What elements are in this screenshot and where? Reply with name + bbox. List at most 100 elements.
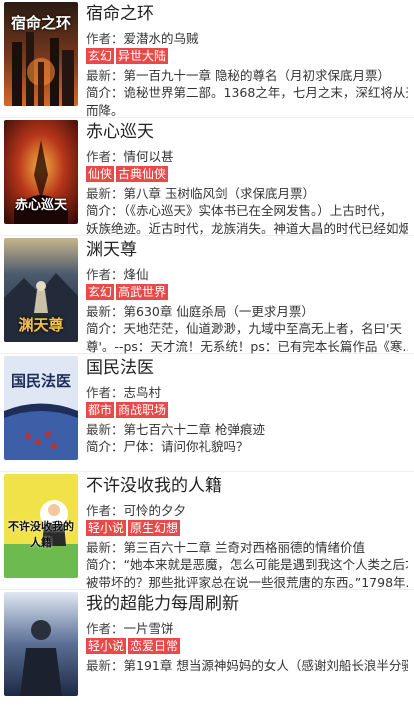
intro-label: 简介：: [86, 439, 124, 454]
latest-label: 最新：: [86, 304, 124, 319]
book-author: 作者：一片雪饼: [86, 620, 408, 637]
intro-label: 简介：: [86, 557, 124, 572]
book-list-item[interactable]: 我的超能力每周刷新 作者：一片雪饼 轻小说 恋爱日常 最新：第191章 想当源神妈…: [0, 590, 414, 710]
book-intro: 简介：“她本来就是恶魔，怎么可能是遇到我这个人类之后才 被带坏的？那些批评家总在…: [86, 556, 408, 592]
intro-label: 简介：: [86, 321, 124, 336]
book-title[interactable]: 不许没收我的人籍: [86, 474, 408, 498]
book-cover[interactable]: 赤心巡天: [4, 120, 78, 224]
category-tag[interactable]: 玄幻: [86, 284, 115, 300]
book-list-item[interactable]: 渊天尊 渊天尊 作者：烽仙 玄幻 高武世界 最新：第630章 仙庭杀局（一更求月票…: [0, 236, 414, 354]
tag-group: 轻小说 恋爱日常: [86, 638, 408, 656]
author-name[interactable]: 志鸟村: [124, 385, 162, 400]
book-cover[interactable]: 国民法医: [4, 356, 78, 460]
author-label: 作者：: [86, 31, 124, 46]
intro-line-2: 被带坏的？那些批评家总在说一些很荒唐的东西。”1798年...: [86, 575, 408, 590]
category-tag[interactable]: 都市: [86, 402, 115, 418]
cover-title-text: 渊天尊: [18, 316, 64, 334]
tag-group: 仙侠 古典仙侠: [86, 166, 408, 184]
latest-label: 最新：: [86, 68, 124, 83]
latest-chapter-text: 第八章 玉树临风剑（求保底月票）: [123, 186, 315, 201]
cover-title-text: 国民法医: [10, 372, 71, 390]
intro-line-2: 妖族绝迹。近古时代，龙族消失。神道大昌的时代已经如烟...: [86, 221, 408, 236]
latest-chapter-text: 第七百六十二章 枪弹痕迹: [123, 422, 265, 437]
author-name[interactable]: 情何以甚: [124, 149, 174, 164]
subcategory-tag[interactable]: 异世大陆: [116, 48, 169, 64]
book-list-item[interactable]: 赤心巡天 赤心巡天 作者：情何以甚 仙侠 古典仙侠 最新：第八章 玉树临风剑（求保…: [0, 118, 414, 236]
subcategory-tag[interactable]: 古典仙侠: [116, 166, 169, 182]
category-tag[interactable]: 轻小说: [86, 638, 127, 654]
tag-group: 轻小说 原生幻想: [86, 520, 408, 538]
intro-line-2: 尊'。--ps：天才流！无系统！ps：已有完本长篇作品《寒...: [86, 339, 408, 354]
category-tag[interactable]: 仙侠: [86, 166, 115, 182]
intro-line-1: “她本来就是恶魔，怎么可能是遇到我这个人类之后才: [123, 557, 408, 572]
latest-chapter-text: 第191章 想当源神妈妈的女人（感谢刘船长浪半分骚: [123, 658, 408, 673]
latest-chapter-text: 第630章 仙庭杀局（一更求月票）: [123, 304, 314, 319]
book-intro: 简介：诡秘世界第二部。1368之年，七月之末，深红将从天 而降。: [86, 84, 408, 120]
intro-line-1: （《赤心巡天》实体书已在全网发售。）上古时代，: [123, 203, 393, 218]
latest-chapter[interactable]: 最新：第191章 想当源神妈妈的女人（感谢刘船长浪半分骚: [86, 657, 408, 674]
category-tag[interactable]: 轻小说: [86, 520, 127, 536]
latest-label: 最新：: [86, 186, 124, 201]
author-name[interactable]: 烽仙: [124, 267, 149, 282]
cover-title-text: 赤心巡天: [14, 198, 67, 213]
book-title[interactable]: 国民法医: [86, 356, 408, 380]
book-info: 国民法医 作者：志鸟村 都市 商战职场 最新：第七百六十二章 枪弹痕迹 简介：尸体…: [86, 354, 408, 456]
intro-line-1: 天地茫茫，仙道渺渺，九域中至高无上者，名曰'天: [123, 321, 402, 336]
book-cover[interactable]: 不许没收我的人籍: [4, 474, 78, 578]
latest-chapter[interactable]: 最新：第三百六十二章 兰奇对西格丽德的情绪价值: [86, 539, 408, 556]
subcategory-tag[interactable]: 商战职场: [116, 402, 169, 418]
book-cover[interactable]: [4, 592, 78, 696]
latest-label: 最新：: [86, 540, 124, 555]
tag-group: 玄幻 高武世界: [86, 284, 408, 302]
author-label: 作者：: [86, 149, 124, 164]
intro-line-1: 尸体：请问你礼貌吗？: [123, 439, 249, 454]
book-author: 作者：烽仙: [86, 266, 408, 283]
intro-label: 简介：: [86, 85, 124, 100]
book-intro: 简介：尸体：请问你礼貌吗？: [86, 438, 408, 456]
latest-chapter-text: 第一百九十一章 隐秘的尊名（月初求保底月票）: [123, 68, 390, 83]
book-author: 作者：志鸟村: [86, 384, 408, 401]
author-name[interactable]: 一片雪饼: [124, 621, 174, 636]
latest-label: 最新：: [86, 422, 124, 437]
subcategory-tag[interactable]: 高武世界: [116, 284, 169, 300]
latest-chapter-text: 第三百六十二章 兰奇对西格丽德的情绪价值: [123, 540, 365, 555]
latest-chapter[interactable]: 最新：第八章 玉树临风剑（求保底月票）: [86, 185, 408, 202]
book-author: 作者：可怜的夕夕: [86, 502, 408, 519]
cover-title-text: 宿命之环: [10, 14, 71, 32]
book-info: 宿命之环 作者：爱潜水的乌贼 玄幻 异世大陆 最新：第一百九十一章 隐秘的尊名（月…: [86, 0, 408, 120]
author-label: 作者：: [86, 385, 124, 400]
book-cover[interactable]: 宿命之环: [4, 2, 78, 106]
latest-chapter[interactable]: 最新：第一百九十一章 隐秘的尊名（月初求保底月票）: [86, 67, 408, 84]
book-cover[interactable]: 渊天尊: [4, 238, 78, 342]
author-label: 作者：: [86, 267, 124, 282]
author-label: 作者：: [86, 621, 124, 636]
book-list-item[interactable]: 宿命之环 宿命之环 作者：爱潜水的乌贼 玄幻 异世大陆 最新：第一百九十一章 隐秘…: [0, 0, 414, 118]
book-intro: 简介：（《赤心巡天》实体书已在全网发售。）上古时代， 妖族绝迹。近古时代，龙族消…: [86, 202, 408, 238]
book-intro: 简介：天地茫茫，仙道渺渺，九域中至高无上者，名曰'天 尊'。--ps：天才流！无…: [86, 320, 408, 356]
book-title[interactable]: 我的超能力每周刷新: [86, 592, 408, 616]
book-title[interactable]: 渊天尊: [86, 238, 408, 262]
subcategory-tag[interactable]: 恋爱日常: [128, 638, 181, 654]
author-name[interactable]: 可怜的夕夕: [124, 503, 187, 518]
latest-chapter[interactable]: 最新：第七百六十二章 枪弹痕迹: [86, 421, 408, 438]
tag-group: 都市 商战职场: [86, 402, 408, 420]
book-author: 作者：情何以甚: [86, 148, 408, 165]
book-title[interactable]: 赤心巡天: [86, 120, 408, 144]
intro-label: 简介：: [86, 203, 124, 218]
book-list-item[interactable]: 不许没收我的人籍 不许没收我的人籍 作者：可怜的夕夕 轻小说 原生幻想 最新：第三…: [0, 472, 414, 590]
book-list: 宿命之环 宿命之环 作者：爱潜水的乌贼 玄幻 异世大陆 最新：第一百九十一章 隐秘…: [0, 0, 414, 710]
subcategory-tag[interactable]: 原生幻想: [128, 520, 181, 536]
author-name[interactable]: 爱潜水的乌贼: [124, 31, 199, 46]
intro-line-2: 而降。: [86, 103, 124, 118]
latest-chapter[interactable]: 最新：第630章 仙庭杀局（一更求月票）: [86, 303, 408, 320]
book-list-item[interactable]: 国民法医 国民法医 作者：志鸟村 都市 商战职场 最新：第七百六十二章 枪弹痕迹 …: [0, 354, 414, 472]
author-label: 作者：: [86, 503, 124, 518]
category-tag[interactable]: 玄幻: [86, 48, 115, 64]
book-info: 赤心巡天 作者：情何以甚 仙侠 古典仙侠 最新：第八章 玉树临风剑（求保底月票） …: [86, 118, 408, 238]
latest-label: 最新：: [86, 658, 124, 673]
book-title[interactable]: 宿命之环: [86, 2, 408, 26]
book-info: 我的超能力每周刷新 作者：一片雪饼 轻小说 恋爱日常 最新：第191章 想当源神妈…: [86, 590, 408, 674]
book-info: 不许没收我的人籍 作者：可怜的夕夕 轻小说 原生幻想 最新：第三百六十二章 兰奇对…: [86, 472, 408, 592]
book-info: 渊天尊 作者：烽仙 玄幻 高武世界 最新：第630章 仙庭杀局（一更求月票） 简介…: [86, 236, 408, 356]
book-author: 作者：爱潜水的乌贼: [86, 30, 408, 47]
